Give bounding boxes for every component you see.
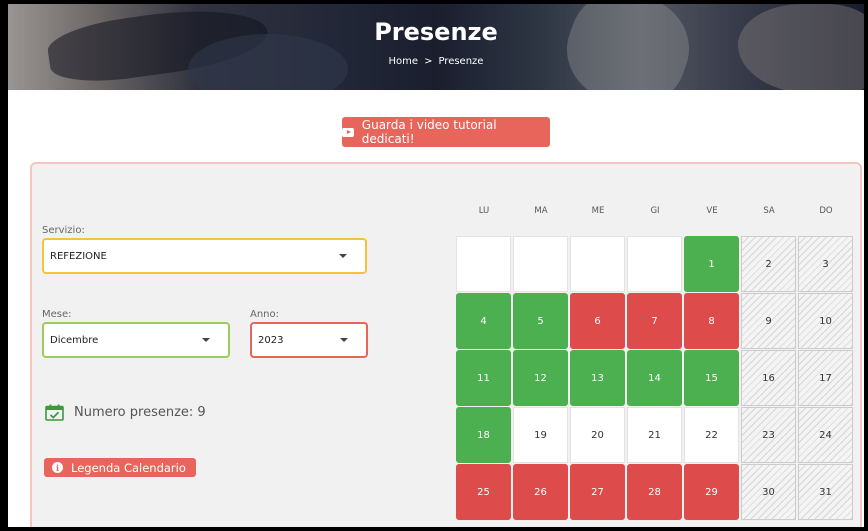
calendar-day[interactable]: 26 (513, 464, 568, 520)
anno-select-value: 2023 (258, 334, 284, 346)
anno-select[interactable]: 2023 (250, 322, 368, 358)
calendar-day[interactable]: 7 (627, 293, 682, 349)
weekday-header-ve: VE (706, 206, 718, 216)
calendar-day[interactable]: 12 (513, 350, 568, 406)
calendar-day[interactable]: 29 (684, 464, 739, 520)
calendar-day[interactable]: 16 (741, 350, 796, 406)
calendar-day[interactable]: 30 (741, 464, 796, 520)
calendar-day[interactable]: 27 (570, 464, 625, 520)
calendar-day[interactable]: 18 (456, 407, 511, 463)
tutorial-video-button[interactable]: Guarda i video tutorial dedicati! (342, 117, 550, 147)
presenze-card: Servizio: REFEZIONE Mese: Dicembre Anno:… (30, 162, 862, 527)
mese-select[interactable]: Dicembre (42, 322, 230, 358)
calendar-day[interactable]: 22 (684, 407, 739, 463)
calendar-empty-cell (456, 236, 511, 292)
weekday-header-sa: SA (763, 206, 775, 216)
calendar-empty-cell (513, 236, 568, 292)
breadcrumb-current: Presenze (438, 56, 484, 67)
hero-banner: Presenze Home > Presenze (8, 4, 864, 90)
calendar-day[interactable]: 2 (741, 236, 796, 292)
calendar-day[interactable]: 1 (684, 236, 739, 292)
weekday-header-gi: GI (650, 206, 660, 216)
calendar-empty-cell (570, 236, 625, 292)
weekday-header-ma: MA (534, 206, 548, 216)
mese-label: Mese: (42, 309, 72, 320)
calendar-day[interactable]: 28 (627, 464, 682, 520)
calendar-day[interactable]: 6 (570, 293, 625, 349)
calendar-day[interactable]: 9 (741, 293, 796, 349)
servizio-select-value: REFEZIONE (50, 250, 107, 262)
calendar-check-icon (45, 404, 64, 421)
calendar-day[interactable]: 14 (627, 350, 682, 406)
page-title: Presenze (374, 18, 498, 46)
calendar-day[interactable]: 3 (798, 236, 853, 292)
anno-label: Anno: (250, 309, 280, 320)
app-frame: Presenze Home > Presenze Guarda i video tu… (8, 4, 864, 527)
calendar-day[interactable]: 24 (798, 407, 853, 463)
calendar-day[interactable]: 8 (684, 293, 739, 349)
calendar-day[interactable]: 19 (513, 407, 568, 463)
numero-presenze: Numero presenze: 9 (45, 404, 206, 421)
calendar-day[interactable]: 23 (741, 407, 796, 463)
weekday-header-do: DO (819, 206, 833, 216)
calendar-empty-cell (627, 236, 682, 292)
calendar-day[interactable]: 11 (456, 350, 511, 406)
breadcrumb-home-link[interactable]: Home (389, 56, 419, 67)
calendar-day[interactable]: 5 (513, 293, 568, 349)
info-icon: i (52, 462, 63, 473)
calendar-day[interactable]: 25 (456, 464, 511, 520)
youtube-icon (342, 127, 354, 137)
chevron-down-icon (340, 338, 348, 342)
tutorial-video-button-label: Guarda i video tutorial dedicati! (361, 118, 497, 146)
calendar-day[interactable]: 31 (798, 464, 853, 520)
servizio-select[interactable]: REFEZIONE (42, 238, 367, 274)
mese-select-value: Dicembre (50, 334, 99, 346)
chevron-down-icon (339, 254, 347, 258)
calendar-day[interactable]: 17 (798, 350, 853, 406)
servizio-label: Servizio: (42, 225, 85, 236)
calendar-day[interactable]: 10 (798, 293, 853, 349)
legenda-calendario-button-label: Legenda Calendario (71, 460, 186, 475)
weekday-header-lu: LU (478, 206, 490, 216)
weekday-header-me: ME (591, 206, 605, 216)
calendar-day[interactable]: 20 (570, 407, 625, 463)
legenda-calendario-button[interactable]: i Legenda Calendario (44, 458, 196, 477)
calendar-day[interactable]: 4 (456, 293, 511, 349)
calendar-day[interactable]: 15 (684, 350, 739, 406)
chevron-down-icon (202, 338, 210, 342)
calendar-day[interactable]: 21 (627, 407, 682, 463)
numero-presenze-text: Numero presenze: 9 (74, 405, 206, 420)
breadcrumb: Home > Presenze (8, 56, 864, 67)
calendar-day[interactable]: 13 (570, 350, 625, 406)
breadcrumb-separator: > (424, 56, 433, 67)
